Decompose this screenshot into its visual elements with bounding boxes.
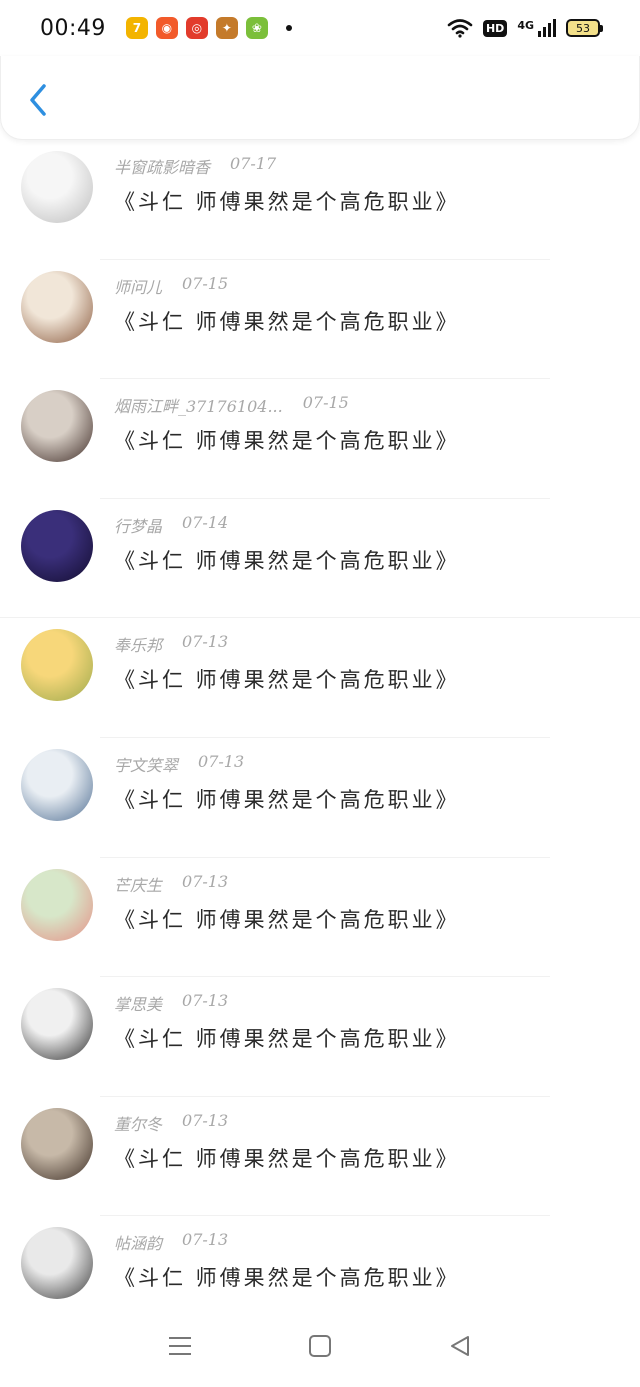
username[interactable]: 董尔冬 <box>114 1111 162 1135</box>
avatar[interactable] <box>21 988 93 1061</box>
back-nav-button[interactable] <box>440 1326 480 1366</box>
item-meta: 帖涵韵 07-13 <box>114 1230 228 1254</box>
portrait-girl-2-icon <box>21 1227 93 1299</box>
home-button[interactable] <box>300 1326 340 1366</box>
message-list: 半窗疏影暗香 07-17 《斗仁 师傅果然是个高危职业》 师问儿 07-15 《斗仁 师傅… <box>0 140 640 1336</box>
list-item[interactable]: 半窗疏影暗香 07-17 《斗仁 师傅果然是个高危职业》 <box>0 140 640 260</box>
more-notifications-dot <box>285 25 292 31</box>
username[interactable]: 烟雨江畔_37176104... <box>114 393 283 417</box>
hd-badge: HD <box>482 19 508 37</box>
list-item[interactable]: 宇文笑翠 07-13 《斗仁 师傅果然是个高危职业》 <box>0 738 640 858</box>
avatar[interactable] <box>21 629 93 702</box>
menu-button[interactable] <box>160 1326 200 1366</box>
avatar[interactable] <box>21 270 93 343</box>
username[interactable]: 师问儿 <box>114 274 162 298</box>
item-meta: 董尔冬 07-13 <box>114 1111 228 1135</box>
face-sketch-icon <box>21 151 93 223</box>
username[interactable]: 芒庆生 <box>114 872 162 896</box>
message-text[interactable]: 《斗仁 师傅果然是个高危职业》 <box>114 1262 460 1292</box>
message-text[interactable]: 《斗仁 师傅果然是个高危职业》 <box>114 306 460 336</box>
message-text[interactable]: 《斗仁 师傅果然是个高危职业》 <box>114 1023 460 1053</box>
item-meta: 宇文笑翠 07-13 <box>114 752 244 776</box>
portrait-man-icon <box>21 1108 93 1180</box>
message-text[interactable]: 《斗仁 师傅果然是个高危职业》 <box>114 1143 460 1173</box>
menu-icon <box>169 1337 191 1355</box>
username[interactable]: 奉乐邦 <box>114 632 162 656</box>
item-meta: 芒庆生 07-13 <box>114 872 228 896</box>
home-square-icon <box>309 1335 331 1357</box>
username[interactable]: 半窗疏影暗香 <box>114 154 210 178</box>
username[interactable]: 宇文笑翠 <box>114 752 178 776</box>
avatar[interactable] <box>21 748 93 821</box>
signal-4g: 4G <box>517 19 556 37</box>
app-red-circle-icon: ◎ <box>185 17 208 39</box>
notification-app-icons: 7 ◉ ◎ ✦ ❀ <box>125 17 268 39</box>
timestamp: 07-13 <box>182 991 229 1011</box>
timestamp: 07-15 <box>302 393 349 413</box>
list-item[interactable]: 烟雨江畔_37176104... 07-15 《斗仁 师傅果然是个高危职业》 <box>0 379 640 499</box>
avatar[interactable] <box>21 1107 93 1180</box>
timestamp: 07-17 <box>230 154 277 173</box>
portrait-girl-icon <box>21 749 93 821</box>
list-item[interactable]: 行梦晶 07-14 《斗仁 师傅果然是个高危职业》 <box>0 499 640 619</box>
item-meta: 掌思美 07-13 <box>114 991 228 1015</box>
chevron-left-icon <box>30 84 46 116</box>
app-store-icon: ◉ <box>155 17 178 39</box>
back-button[interactable] <box>21 80 55 120</box>
timestamp: 07-13 <box>182 1110 229 1130</box>
timestamp: 07-13 <box>182 1230 229 1250</box>
battery-level: 53 <box>576 21 590 35</box>
message-text[interactable]: 《斗仁 师傅果然是个高危职业》 <box>114 425 460 455</box>
list-item[interactable]: 奉乐邦 07-13 《斗仁 师傅果然是个高危职业》 <box>0 618 640 738</box>
list-item[interactable]: 师问儿 07-15 《斗仁 师傅果然是个高危职业》 <box>0 260 640 380</box>
portrait-woman-icon <box>21 271 93 343</box>
status-indicators: HD 4G 53 <box>447 18 603 38</box>
back-triangle-icon <box>451 1336 469 1356</box>
avatar[interactable] <box>21 868 93 941</box>
portrait-ancient-icon <box>21 390 93 462</box>
status-bar: 00:49 7 ◉ ◎ ✦ ❀ HD 4G 53 <box>0 0 640 56</box>
timestamp: 07-13 <box>182 632 229 652</box>
message-text[interactable]: 《斗仁 师傅果然是个高危职业》 <box>114 664 460 694</box>
app-game-icon: ✦ <box>215 17 238 39</box>
item-meta: 烟雨江畔_37176104... 07-15 <box>114 393 349 417</box>
galaxy-icon <box>21 510 93 582</box>
app-7-icon: 7 <box>125 17 148 39</box>
timestamp: 07-13 <box>198 751 245 771</box>
avatar[interactable] <box>21 509 93 582</box>
status-time: 00:49 <box>40 15 106 41</box>
timestamp: 07-15 <box>182 273 229 293</box>
message-text[interactable]: 《斗仁 师傅果然是个高危职业》 <box>114 545 460 575</box>
cartoon-boy-icon <box>21 988 93 1060</box>
network-type-label: 4G <box>517 19 534 32</box>
timestamp: 07-13 <box>182 871 229 891</box>
username[interactable]: 掌思美 <box>114 991 162 1015</box>
app-leaf-icon: ❀ <box>245 17 268 39</box>
username[interactable]: 行梦晶 <box>114 513 162 537</box>
wifi-icon <box>447 19 473 38</box>
item-meta: 师问儿 07-15 <box>114 274 228 298</box>
top-app-bar <box>0 56 640 140</box>
item-meta: 奉乐邦 07-13 <box>114 632 228 656</box>
message-text[interactable]: 《斗仁 师傅果然是个高危职业》 <box>114 904 460 934</box>
system-nav-bar <box>0 1305 640 1387</box>
username[interactable]: 帖涵韵 <box>114 1230 162 1254</box>
list-item[interactable]: 掌思美 07-13 《斗仁 师傅果然是个高危职业》 <box>0 977 640 1097</box>
item-meta: 行梦晶 07-14 <box>114 513 228 537</box>
message-text[interactable]: 《斗仁 师傅果然是个高危职业》 <box>114 186 460 216</box>
avatar[interactable] <box>21 1227 93 1300</box>
avatar[interactable] <box>21 151 93 223</box>
toy-figure-icon <box>21 629 93 701</box>
signal-bars-icon <box>538 19 556 37</box>
timestamp: 07-14 <box>182 512 229 532</box>
flower-icon <box>21 869 93 941</box>
item-meta: 半窗疏影暗香 07-17 <box>114 154 276 178</box>
list-item[interactable]: 芒庆生 07-13 《斗仁 师傅果然是个高危职业》 <box>0 858 640 978</box>
avatar[interactable] <box>21 390 93 463</box>
message-text[interactable]: 《斗仁 师傅果然是个高危职业》 <box>114 784 460 814</box>
list-item[interactable]: 董尔冬 07-13 《斗仁 师傅果然是个高危职业》 <box>0 1097 640 1217</box>
battery-indicator: 53 <box>566 19 603 37</box>
